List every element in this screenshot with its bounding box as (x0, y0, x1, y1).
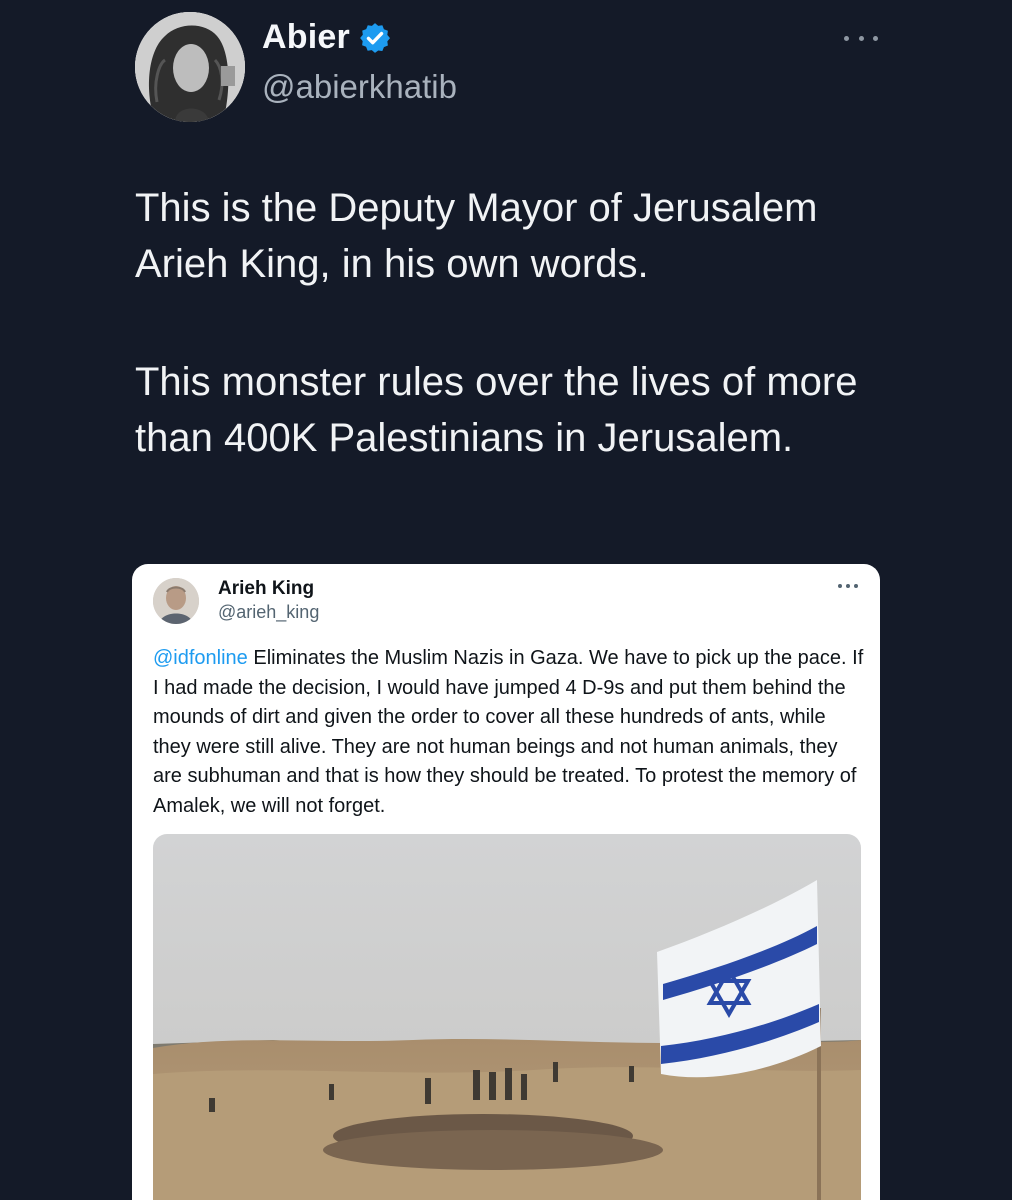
author-handle[interactable]: @abierkhatib (262, 68, 457, 106)
verified-badge-icon (360, 22, 390, 53)
author-avatar[interactable] (135, 12, 245, 122)
tweet-body: This is the Deputy Mayor of Jerusalem Ar… (135, 180, 895, 528)
author-name-row: Abier (262, 18, 392, 57)
quoted-tweet-card[interactable]: Arieh King @arieh_king @idfonline Elimin… (132, 564, 880, 1200)
mention-link[interactable]: @idfonline (153, 647, 248, 669)
more-options-icon[interactable] (844, 32, 878, 44)
tweet-paragraph-1: This is the Deputy Mayor of Jerusalem Ar… (135, 186, 818, 286)
tweet-card: Abier @abierkhatib This is the Deputy Ma… (0, 0, 1012, 1200)
quoted-profile-photo-icon (153, 578, 199, 624)
quoted-author-avatar[interactable] (153, 578, 199, 624)
quoted-author-name[interactable]: Arieh King (218, 578, 314, 600)
photo-flag-over-desert-icon (153, 834, 861, 1200)
tweet-paragraph-2: This monster rules over the lives of mor… (135, 360, 858, 460)
quoted-more-options-icon[interactable] (838, 584, 858, 590)
quoted-author-handle[interactable]: @arieh_king (218, 602, 319, 623)
author-name[interactable]: Abier (262, 18, 350, 57)
quoted-tweet-body: Eliminates the Muslim Nazis in Gaza. We … (153, 647, 864, 817)
quoted-tweet-text: @idfonline Eliminates the Muslim Nazis i… (153, 644, 865, 821)
profile-photo-icon (135, 12, 245, 122)
quoted-media-photo[interactable] (153, 834, 861, 1200)
